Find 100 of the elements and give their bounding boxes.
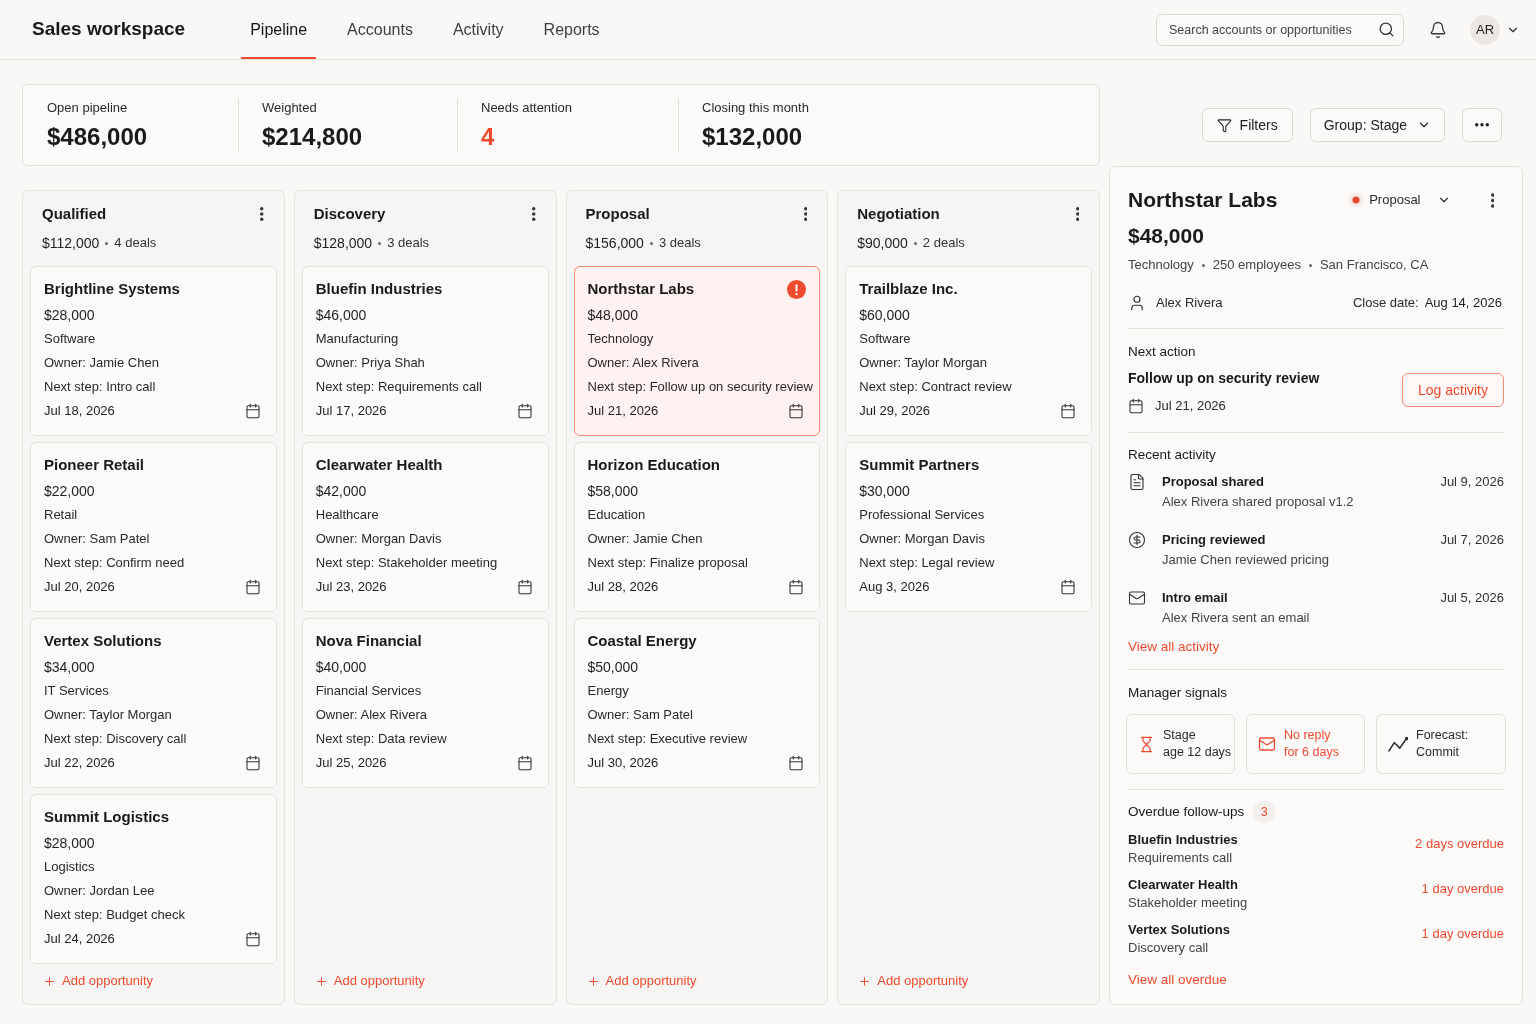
- deal-card[interactable]: Coastal Energy $50,000 Energy Owner: Sam Patel Next step: Executive review Jul 30, 2026: [573, 618, 821, 788]
- activity-date: Jul 5, 2026: [1440, 589, 1504, 607]
- user-avatar[interactable]: AR: [1470, 14, 1500, 45]
- deal-owner: Owner: Jordan Lee: [44, 882, 155, 900]
- deal-industry: Software: [44, 330, 96, 348]
- deal-card[interactable]: Pioneer Retail $22,000 Retail Owner: Sam Patel Next step: Confirm need Jul 20, 2026: [30, 442, 277, 612]
- activity-date: Jul 7, 2026: [1440, 531, 1504, 549]
- activity-date: Jul 9, 2026: [1440, 473, 1504, 491]
- calendar-icon[interactable]: [1060, 403, 1076, 419]
- activity-detail: Alex Rivera sent an email: [1162, 609, 1310, 627]
- view-all-overdue-link[interactable]: View all overdue: [1128, 970, 1227, 990]
- more-options-icon[interactable]: [532, 207, 536, 221]
- deal-name: Northstar Labs: [587, 278, 695, 299]
- add-opportunity-button[interactable]: Add opportunity: [586, 971, 697, 991]
- deal-owner: Owner: Morgan Davis: [315, 530, 442, 548]
- deal-owner: Owner: Sam Patel: [44, 530, 150, 548]
- deal-card[interactable]: Bluefin Industries $46,000 Manufacturing Owner: Priya Shah Next step: Requirements call Jul 17, 2026: [301, 266, 549, 436]
- plus-icon: [43, 974, 56, 988]
- nav-tab[interactable]: Pipeline: [241, 0, 317, 59]
- activity-title: Intro email: [1162, 589, 1228, 607]
- envelope-icon: [1128, 589, 1146, 607]
- more-options-icon[interactable]: [1075, 207, 1079, 221]
- deal-card[interactable]: Summit Logistics $28,000 Logistics Owner: Jordan Lee Next step: Budget check Jul 24, 2026: [30, 794, 277, 964]
- nav-tab[interactable]: Accounts: [338, 0, 422, 59]
- deal-owner: Owner: Sam Patel: [587, 706, 693, 724]
- stat-label: Closing this month: [702, 98, 809, 117]
- deal-next-step: Next step: Contract review: [859, 375, 1012, 399]
- deal-amount: $42,000: [315, 482, 367, 501]
- deal-date: Jul 28, 2026: [587, 578, 659, 597]
- column-total: $112,000: [42, 233, 100, 253]
- column-title: Discovery: [313, 203, 386, 224]
- deal-card[interactable]: Northstar Labs $48,000 Technology Owner: Alex Rivera Next step: Follow up on security review Jul 21, 2026: [573, 266, 821, 436]
- calendar-icon[interactable]: [244, 931, 261, 947]
- deal-next-step: Next step: Finalize proposal: [587, 551, 748, 575]
- search-icon[interactable]: [1378, 20, 1395, 38]
- calendar-icon: [1128, 398, 1144, 414]
- deal-card[interactable]: Trailblaze Inc. $60,000 Software Owner: Taylor Morgan Next step: Contract review Jul 29, 2026: [845, 266, 1092, 436]
- deal-industry: Technology: [587, 330, 654, 348]
- deal-card[interactable]: Nova Financial $40,000 Financial Services Owner: Alex Rivera Next step: Data review Jul 25, 2026: [301, 618, 549, 788]
- dollar-circle-icon: [1128, 531, 1146, 549]
- deal-industry: Energy: [587, 682, 629, 700]
- app-title: Sales workspace: [32, 17, 186, 42]
- deal-next-step: Next step: Requirements call: [315, 375, 482, 399]
- deal-date: Jul 29, 2026: [859, 402, 931, 421]
- deal-card[interactable]: Summit Partners $30,000 Professional Services Owner: Morgan Davis Next step: Legal review Aug 3, 2026: [845, 442, 1092, 612]
- calendar-icon[interactable]: [516, 403, 533, 419]
- deal-amount: $28,000: [44, 306, 95, 325]
- deal-next-step: Next step: Confirm need: [44, 551, 185, 575]
- follow-up-task: Discovery call: [1128, 939, 1209, 957]
- group-by-dropdown[interactable]: Group: Stage: [1309, 108, 1445, 142]
- close-date: Aug 14, 2026: [1424, 294, 1502, 313]
- activity-title: Pricing reviewed: [1162, 531, 1266, 549]
- calendar-icon[interactable]: [788, 403, 805, 419]
- column-total: $156,000: [585, 233, 644, 253]
- filters-button[interactable]: Filters: [1201, 108, 1293, 142]
- search-field[interactable]: Search accounts or opportunities: [1156, 13, 1404, 46]
- deal-count: 2 deals: [922, 234, 965, 253]
- hourglass-icon: [1138, 735, 1155, 753]
- more-options-icon[interactable]: [1490, 192, 1494, 208]
- calendar-icon[interactable]: [244, 755, 261, 771]
- deal-card[interactable]: Brightline Systems $28,000 Software Owner: Jamie Chen Next step: Intro call Jul 18, 2026: [30, 266, 277, 436]
- stage-dropdown[interactable]: Proposal: [1349, 190, 1451, 210]
- calendar-icon[interactable]: [1060, 579, 1076, 595]
- nav-tab[interactable]: Activity: [443, 0, 513, 59]
- deal-amount: $30,000: [859, 482, 910, 501]
- company-detail: Technology: [1128, 256, 1194, 275]
- calendar-icon[interactable]: [244, 403, 261, 419]
- deal-owner: Owner: Alex Rivera: [315, 706, 427, 724]
- deal-name: Summit Partners: [859, 454, 980, 475]
- bell-icon[interactable]: [1429, 20, 1447, 39]
- deal-name: Horizon Education: [587, 454, 720, 475]
- deal-card[interactable]: Vertex Solutions $34,000 IT Services Owner: Taylor Morgan Next step: Discovery call Jul 22, 2026: [30, 618, 277, 788]
- calendar-icon[interactable]: [244, 579, 261, 595]
- more-options-icon[interactable]: [260, 207, 264, 221]
- deal-name: Coastal Energy: [587, 630, 697, 651]
- account-name: Clearwater Health: [1128, 876, 1238, 894]
- deal-amount: $34,000: [44, 658, 95, 677]
- deal-industry: Financial Services: [315, 682, 422, 700]
- deal-card[interactable]: Horizon Education $58,000 Education Owner: Jamie Chen Next step: Finalize proposal Jul 28, 2026: [573, 442, 821, 612]
- deal-card[interactable]: Clearwater Health $42,000 Healthcare Owner: Morgan Davis Next step: Stakeholder meeting Jul 23, 2026: [301, 442, 549, 612]
- deal-amount: $48,000: [1128, 224, 1204, 248]
- deal-name: Pioneer Retail: [44, 454, 145, 475]
- calendar-icon[interactable]: [788, 755, 805, 771]
- nav-tab[interactable]: Reports: [534, 0, 609, 59]
- calendar-icon[interactable]: [788, 579, 805, 595]
- person-icon: [1128, 294, 1146, 312]
- stat-label: Open pipeline: [47, 98, 128, 117]
- log-activity-button[interactable]: Log activity: [1401, 373, 1504, 407]
- company-detail: 250 employees: [1212, 256, 1301, 275]
- close-date-label: Close date:: [1352, 294, 1419, 313]
- deal-date: Jul 22, 2026: [44, 754, 115, 773]
- view-all-activity-link[interactable]: View all activity: [1128, 637, 1220, 657]
- deal-industry: Education: [587, 506, 646, 524]
- more-options-icon[interactable]: [803, 207, 808, 221]
- stat-label: Needs attention: [481, 98, 573, 117]
- section-heading: Overdue follow-ups: [1128, 802, 1245, 821]
- calendar-icon[interactable]: [516, 755, 533, 771]
- calendar-icon[interactable]: [516, 579, 533, 595]
- deal-date: Jul 23, 2026: [315, 578, 387, 597]
- account-name: Bluefin Industries: [1128, 831, 1238, 849]
